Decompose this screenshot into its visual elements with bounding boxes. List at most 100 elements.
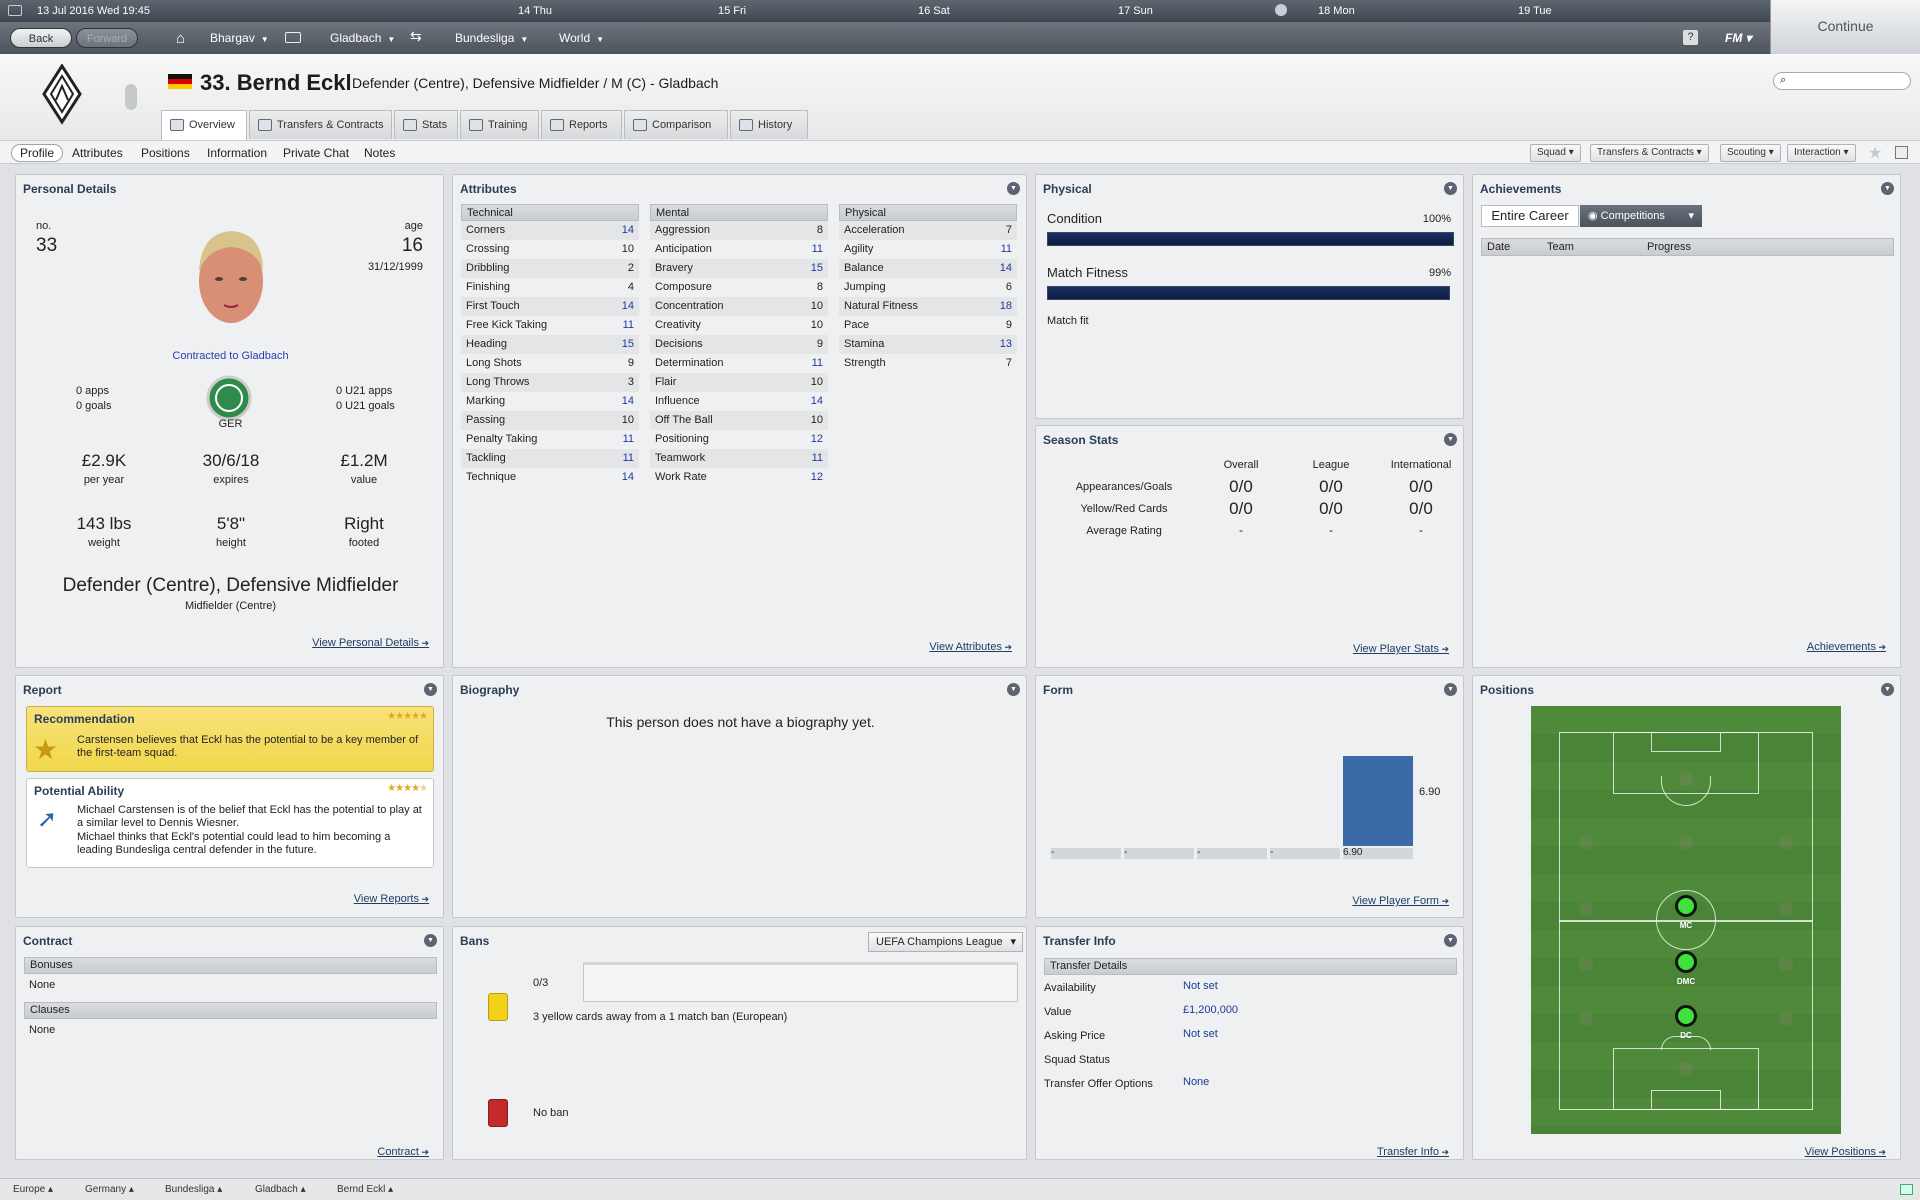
tab-training[interactable]: Training [460, 110, 539, 139]
panel-menu-icon[interactable]: ▼ [1444, 182, 1457, 195]
forward-button[interactable]: Forward [76, 28, 138, 48]
technical-attribute-row: Tackling 11 [461, 449, 639, 468]
tab-reports[interactable]: Reports [541, 110, 622, 139]
continue-button[interactable]: Continue [1770, 0, 1920, 54]
search-input[interactable]: ⌕ [1773, 72, 1911, 90]
availability-value[interactable]: Not set [1183, 980, 1218, 992]
attribute-value: 13 [999, 338, 1012, 350]
panel-menu-icon[interactable]: ▼ [1881, 683, 1894, 696]
tab-transfers-contracts[interactable]: Transfers & Contracts [249, 110, 392, 139]
form-bar-base [1197, 848, 1267, 859]
day-5[interactable]: 18 Mon [1318, 5, 1355, 17]
view-player-form-link[interactable]: View Player Form [1352, 895, 1449, 907]
match-icon[interactable] [1275, 4, 1287, 16]
attribute-name: Decisions [655, 338, 703, 350]
day-1[interactable]: 14 Thu [518, 5, 552, 17]
panel-menu-icon[interactable]: ▼ [424, 934, 437, 947]
home-icon[interactable]: ⌂ [176, 30, 185, 47]
view-positions-link[interactable]: View Positions [1805, 1146, 1886, 1158]
transfer-offer-value[interactable]: None [1183, 1076, 1209, 1088]
interaction-dropdown[interactable]: Interaction ▾ [1787, 144, 1856, 162]
contracted-club-link[interactable]: Contracted to Gladbach [16, 350, 445, 362]
form-category-label: - [1124, 847, 1128, 858]
col-date[interactable]: Date [1487, 239, 1510, 255]
view-personal-details-link[interactable]: View Personal Details [312, 637, 429, 649]
attribute-value: 2 [627, 262, 634, 274]
view-reports-link[interactable]: View Reports [354, 893, 429, 905]
subnav-positions[interactable]: Positions [141, 146, 190, 160]
entire-career-tab[interactable]: Entire Career [1481, 205, 1579, 227]
panel-menu-icon[interactable]: ▼ [1007, 683, 1020, 696]
swap-icon[interactable]: ⇆ [410, 28, 422, 45]
panel-menu-icon[interactable]: ▼ [424, 683, 437, 696]
day-6[interactable]: 19 Tue [1518, 5, 1552, 17]
mental-attributes: Mental Aggression 8 Anticipation 11 Bravery 1… [650, 204, 828, 487]
help-icon[interactable]: ? [1683, 30, 1698, 45]
shortlist-star-icon[interactable]: ★ [1868, 143, 1882, 163]
attribute-name: Long Throws [466, 376, 530, 388]
competitions-dropdown[interactable]: ◉ Competitions ▾ [1580, 205, 1702, 227]
tab-history[interactable]: History [730, 110, 808, 139]
asking-price-value[interactable]: Not set [1183, 1028, 1218, 1040]
attribute-value: 14 [621, 395, 634, 407]
inbox-icon[interactable] [285, 32, 301, 43]
view-player-stats-link[interactable]: View Player Stats [1353, 643, 1449, 655]
height-label: height [216, 537, 246, 549]
col-progress[interactable]: Progress [1647, 239, 1691, 255]
transfer-info-link[interactable]: Transfer Info [1377, 1146, 1449, 1158]
tab-stats[interactable]: Stats [394, 110, 458, 139]
reports-icon [550, 119, 564, 131]
subnav-attributes[interactable]: Attributes [72, 146, 123, 160]
clauses-header: Clauses [24, 1002, 437, 1019]
day-4[interactable]: 17 Sun [1118, 5, 1153, 17]
technical-attribute-row: Technique 14 [461, 468, 639, 487]
crumb-germany[interactable]: Germany ▴ [85, 1184, 134, 1195]
day-3[interactable]: 16 Sat [918, 5, 950, 17]
value-value[interactable]: £1,200,000 [1183, 1004, 1238, 1016]
subnav-profile[interactable]: Profile [11, 144, 64, 162]
crumb-europe[interactable]: Europe ▴ [13, 1184, 53, 1195]
panel-menu-icon[interactable]: ▼ [1444, 433, 1457, 446]
mental-attribute-row: Determination 11 [650, 354, 828, 373]
crumb-bundesliga[interactable]: Bundesliga ▴ [165, 1184, 222, 1195]
technical-attribute-row: Corners 14 [461, 221, 639, 240]
crumb-gladbach[interactable]: Gladbach ▴ [255, 1184, 306, 1195]
status-icon[interactable] [1900, 1184, 1913, 1195]
panel-menu-icon[interactable]: ▼ [1444, 683, 1457, 696]
back-button[interactable]: Back [10, 28, 72, 48]
view-attributes-link[interactable]: View Attributes [929, 641, 1012, 653]
achievements-link[interactable]: Achievements [1807, 641, 1886, 653]
crumb-player[interactable]: Bernd Eckl ▴ [337, 1184, 393, 1195]
col-team[interactable]: Team [1547, 239, 1574, 255]
manager-menu[interactable]: Bhargav ▼ [210, 31, 269, 45]
calendar-icon[interactable] [8, 5, 22, 16]
scouting-dropdown[interactable]: Scouting ▾ [1720, 144, 1781, 162]
rating-overall: - [1239, 523, 1243, 537]
foot-label: footed [348, 537, 380, 549]
squad-dropdown[interactable]: Squad ▾ [1530, 144, 1581, 162]
attribute-name: Technique [466, 471, 517, 483]
fm-menu[interactable]: FM ▾ [1725, 31, 1752, 45]
subnav-private-chat[interactable]: Private Chat [283, 146, 349, 160]
notes-icon[interactable] [1895, 146, 1908, 159]
club-menu[interactable]: Gladbach ▼ [330, 31, 395, 45]
world-menu[interactable]: World ▼ [559, 31, 604, 45]
league-menu[interactable]: Bundesliga ▼ [455, 31, 528, 45]
panel-menu-icon[interactable]: ▼ [1007, 182, 1020, 195]
positions-pitch: MC DMC DC [1531, 706, 1841, 1134]
subnav-notes[interactable]: Notes [364, 146, 395, 160]
tab-label: Reports [569, 119, 608, 131]
tab-overview[interactable]: Overview [161, 110, 247, 140]
pick-player-arrows[interactable] [125, 84, 137, 110]
competition-dropdown[interactable]: UEFA Champions League ▾ [868, 932, 1023, 952]
panel-menu-icon[interactable]: ▼ [1444, 934, 1457, 947]
day-2[interactable]: 15 Fri [718, 5, 746, 17]
contract-link[interactable]: Contract [377, 1146, 429, 1158]
panel-menu-icon[interactable]: ▼ [1881, 182, 1894, 195]
attribute-value: 18 [999, 300, 1012, 312]
subnav-information[interactable]: Information [207, 146, 267, 160]
attribute-name: Long Shots [466, 357, 522, 369]
tab-comparison[interactable]: Comparison [624, 110, 728, 139]
form-bar[interactable] [1343, 756, 1413, 846]
transfers-dropdown[interactable]: Transfers & Contracts ▾ [1590, 144, 1709, 162]
